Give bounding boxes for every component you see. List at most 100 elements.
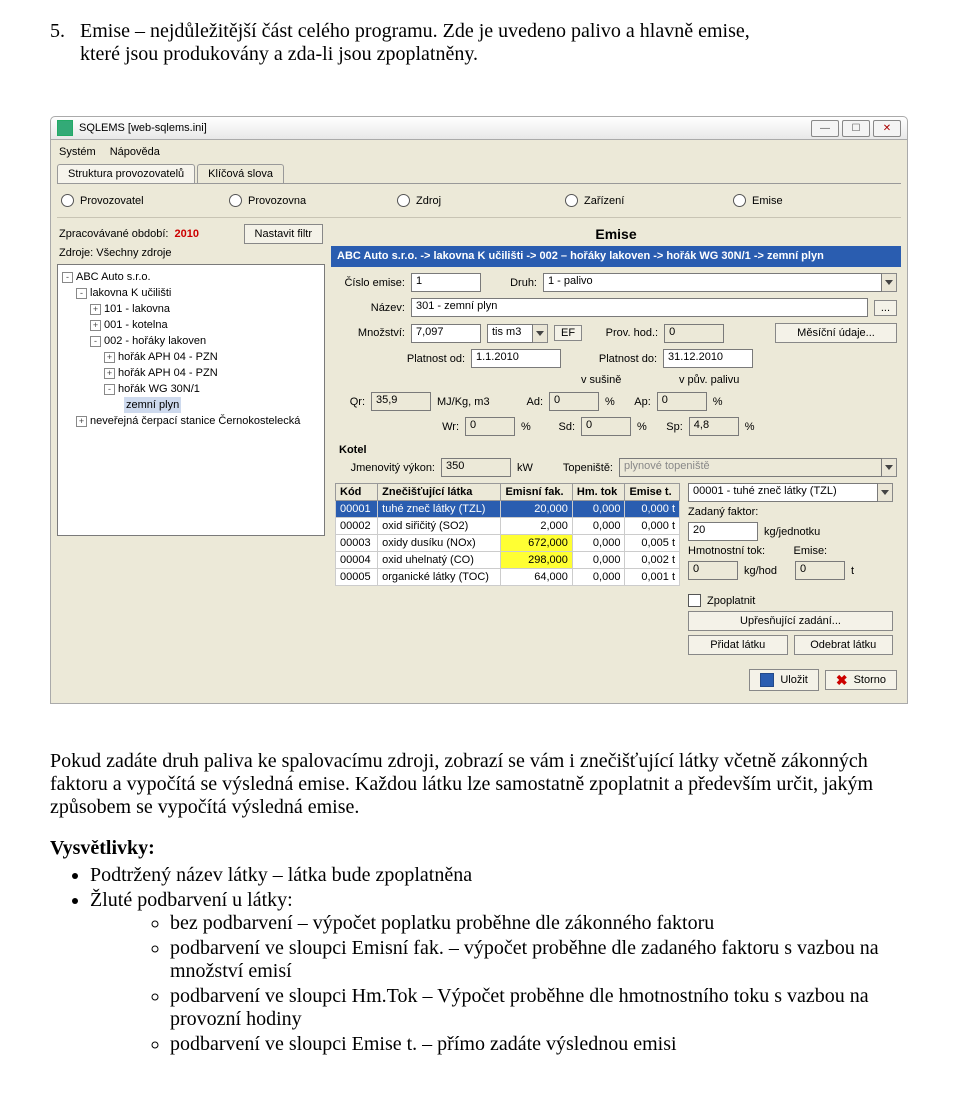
druh-dropdown[interactable]: 1 - palivo <box>543 273 897 292</box>
sd-label: Sd: <box>545 421 575 433</box>
platnost-do-field[interactable]: 31.12.2010 <box>663 349 753 368</box>
th-latka[interactable]: Znečišťující látka <box>378 484 501 501</box>
radio-provozovna[interactable] <box>229 194 242 207</box>
odebrat-latku-button[interactable]: Odebrat látku <box>794 635 894 655</box>
ap-field: 0 <box>657 392 707 411</box>
table-row[interactable]: 00003oxidy dusíku (NOx)672,0000,0000,005… <box>336 535 680 552</box>
ap-label: Ap: <box>621 396 651 408</box>
radio-emise[interactable] <box>733 194 746 207</box>
save-icon <box>760 673 774 687</box>
tree-toggle-icon[interactable]: + <box>104 352 115 363</box>
entity-radio-row: Provozovatel Provozovna Zdroj Zařízení E… <box>57 184 901 218</box>
table-row[interactable]: 00005organické látky (TOC)64,0000,0000,0… <box>336 569 680 586</box>
hm-unit: kg/hod <box>744 565 789 577</box>
left-pane: Zpracovávané období: 2010 Nastavit filtr… <box>57 222 325 693</box>
topeniste-dropdown[interactable]: plynové topeniště <box>619 458 897 477</box>
cislo-emise-label: Číslo emise: <box>335 277 405 289</box>
mnozstvi-unit-dropdown[interactable]: tis m3 <box>487 324 548 343</box>
tree-toggle-icon[interactable]: - <box>62 272 73 283</box>
emise-field: 0 <box>795 561 845 580</box>
tree-toggle-icon[interactable]: + <box>104 368 115 379</box>
tree-toggle-icon[interactable]: + <box>90 320 101 331</box>
chevron-down-icon[interactable] <box>878 483 893 502</box>
tree-node-101[interactable]: 101 - lakovna <box>104 301 170 317</box>
table-row[interactable]: 00004oxid uhelnatý (CO)298,0000,0000,002… <box>336 552 680 569</box>
tree-node-horak2[interactable]: hořák APH 04 - PZN <box>118 365 218 381</box>
vsusine-label: v sušině <box>581 374 673 386</box>
chevron-down-icon[interactable] <box>533 324 548 343</box>
ulozit-button[interactable]: Uložit <box>749 669 819 691</box>
ef-button[interactable]: EF <box>554 325 582 341</box>
jmen-unit: kW <box>517 462 547 474</box>
period-label: Zpracovávané období: <box>59 228 168 240</box>
set-filter-button[interactable]: Nastavit filtr <box>244 224 323 244</box>
tree-toggle-icon[interactable]: + <box>76 416 87 427</box>
tree-node-001[interactable]: 001 - kotelna <box>104 317 168 333</box>
pct: % <box>521 421 539 433</box>
th-emise[interactable]: Emise t. <box>625 484 680 501</box>
mnozstvi-field[interactable]: 7,097 <box>411 324 481 343</box>
cislo-emise-field[interactable]: 1 <box>411 273 481 292</box>
qr-label: Qr: <box>335 396 365 408</box>
wr-label: Wr: <box>429 421 459 433</box>
tree-node-horak3[interactable]: hořák WG 30N/1 <box>118 381 200 397</box>
th-ef[interactable]: Emisní fak. <box>501 484 572 501</box>
radio-zdroj[interactable] <box>397 194 410 207</box>
th-kod[interactable]: Kód <box>336 484 378 501</box>
maximize-button[interactable]: ☐ <box>842 120 870 137</box>
side-combo[interactable]: 00001 - tuhé zneč látky (TZL) <box>688 483 893 502</box>
nazev-field[interactable]: 301 - zemní plyn <box>411 298 868 317</box>
pollutant-table[interactable]: Kód Znečišťující látka Emisní fak. Hm. t… <box>335 483 680 586</box>
tab-klicova-slova[interactable]: Klíčová slova <box>197 164 284 183</box>
qr-unit: MJ/Kg, m3 <box>437 396 507 408</box>
tree-node-cerpaci[interactable]: neveřejná čerpací stanice Černokosteleck… <box>90 413 300 429</box>
tab-struktura[interactable]: Struktura provozovatelů <box>57 164 195 183</box>
tree-node-002[interactable]: 002 - hořáky lakoven <box>104 333 206 349</box>
platnost-od-field[interactable]: 1.1.2010 <box>471 349 561 368</box>
upresnujici-zadani-button[interactable]: Upřesňující zadání... <box>688 611 893 631</box>
pct: % <box>713 396 723 408</box>
zf-unit: kg/jednotku <box>764 526 820 538</box>
zadany-faktor-label: Zadaný faktor: <box>688 506 758 518</box>
chevron-down-icon[interactable] <box>882 273 897 292</box>
zadany-faktor-field[interactable]: 20 <box>688 522 758 541</box>
provhod-label: Prov. hod.: <box>588 327 658 339</box>
tree-node-horak1[interactable]: hořák APH 04 - PZN <box>118 349 218 365</box>
tree-toggle-icon[interactable]: - <box>90 336 101 347</box>
tree-toggle-icon[interactable]: - <box>104 384 115 395</box>
app-icon <box>57 120 73 136</box>
tree-node-abc[interactable]: ABC Auto s.r.o. <box>76 269 151 285</box>
menu-bar: Systém Nápověda <box>57 144 901 164</box>
table-row[interactable]: 00002oxid siřičitý (SO2)2,0000,0000,000 … <box>336 518 680 535</box>
zpoplatnit-checkbox[interactable] <box>688 594 701 607</box>
th-hm[interactable]: Hm. tok <box>572 484 625 501</box>
breadcrumb: ABC Auto s.r.o. -> lakovna K učilišti ->… <box>331 246 901 267</box>
titlebar[interactable]: SQLEMS [web-sqlems.ini] — ☐ ✕ <box>50 116 908 140</box>
emise-label: Emise: <box>794 545 894 557</box>
sp-label: Sp: <box>653 421 683 433</box>
close-button[interactable]: ✕ <box>873 120 901 137</box>
window-title: SQLEMS [web-sqlems.ini] <box>79 122 207 134</box>
topeniste-label: Topeniště: <box>553 462 613 474</box>
tree-node-zemniplyn[interactable]: zemní plyn <box>124 397 181 413</box>
minimize-button[interactable]: — <box>811 120 839 137</box>
tree-node-lakovna[interactable]: lakovna K učilišti <box>90 285 171 301</box>
pct: % <box>745 421 755 433</box>
cancel-icon: ✖ <box>836 674 848 686</box>
tree-toggle-icon[interactable]: - <box>76 288 87 299</box>
pridat-latku-button[interactable]: Přidat látku <box>688 635 788 655</box>
menu-help[interactable]: Nápověda <box>110 146 160 158</box>
storno-button[interactable]: ✖Storno <box>825 670 897 690</box>
tree-toggle-icon[interactable]: + <box>90 304 101 315</box>
nazev-more-button[interactable]: ... <box>874 300 897 316</box>
table-row[interactable]: 00001tuhé zneč látky (TZL)20,0000,0000,0… <box>336 501 680 518</box>
chevron-down-icon[interactable] <box>882 458 897 477</box>
subbullet-1: bez podbarvení – výpočet poplatku proběh… <box>170 912 910 935</box>
mesicni-udaje-button[interactable]: Měsíční údaje... <box>775 323 897 343</box>
menu-system[interactable]: Systém <box>59 146 96 158</box>
radio-zarizeni[interactable] <box>565 194 578 207</box>
tree-view[interactable]: -ABC Auto s.r.o. -lakovna K učilišti +10… <box>57 264 325 536</box>
sources-label: Zdroje: Všechny zdroje <box>57 246 325 260</box>
vysvetlivky-list: Podtržený název látky – látka bude zpopl… <box>90 864 910 1056</box>
radio-provozovatel[interactable] <box>61 194 74 207</box>
